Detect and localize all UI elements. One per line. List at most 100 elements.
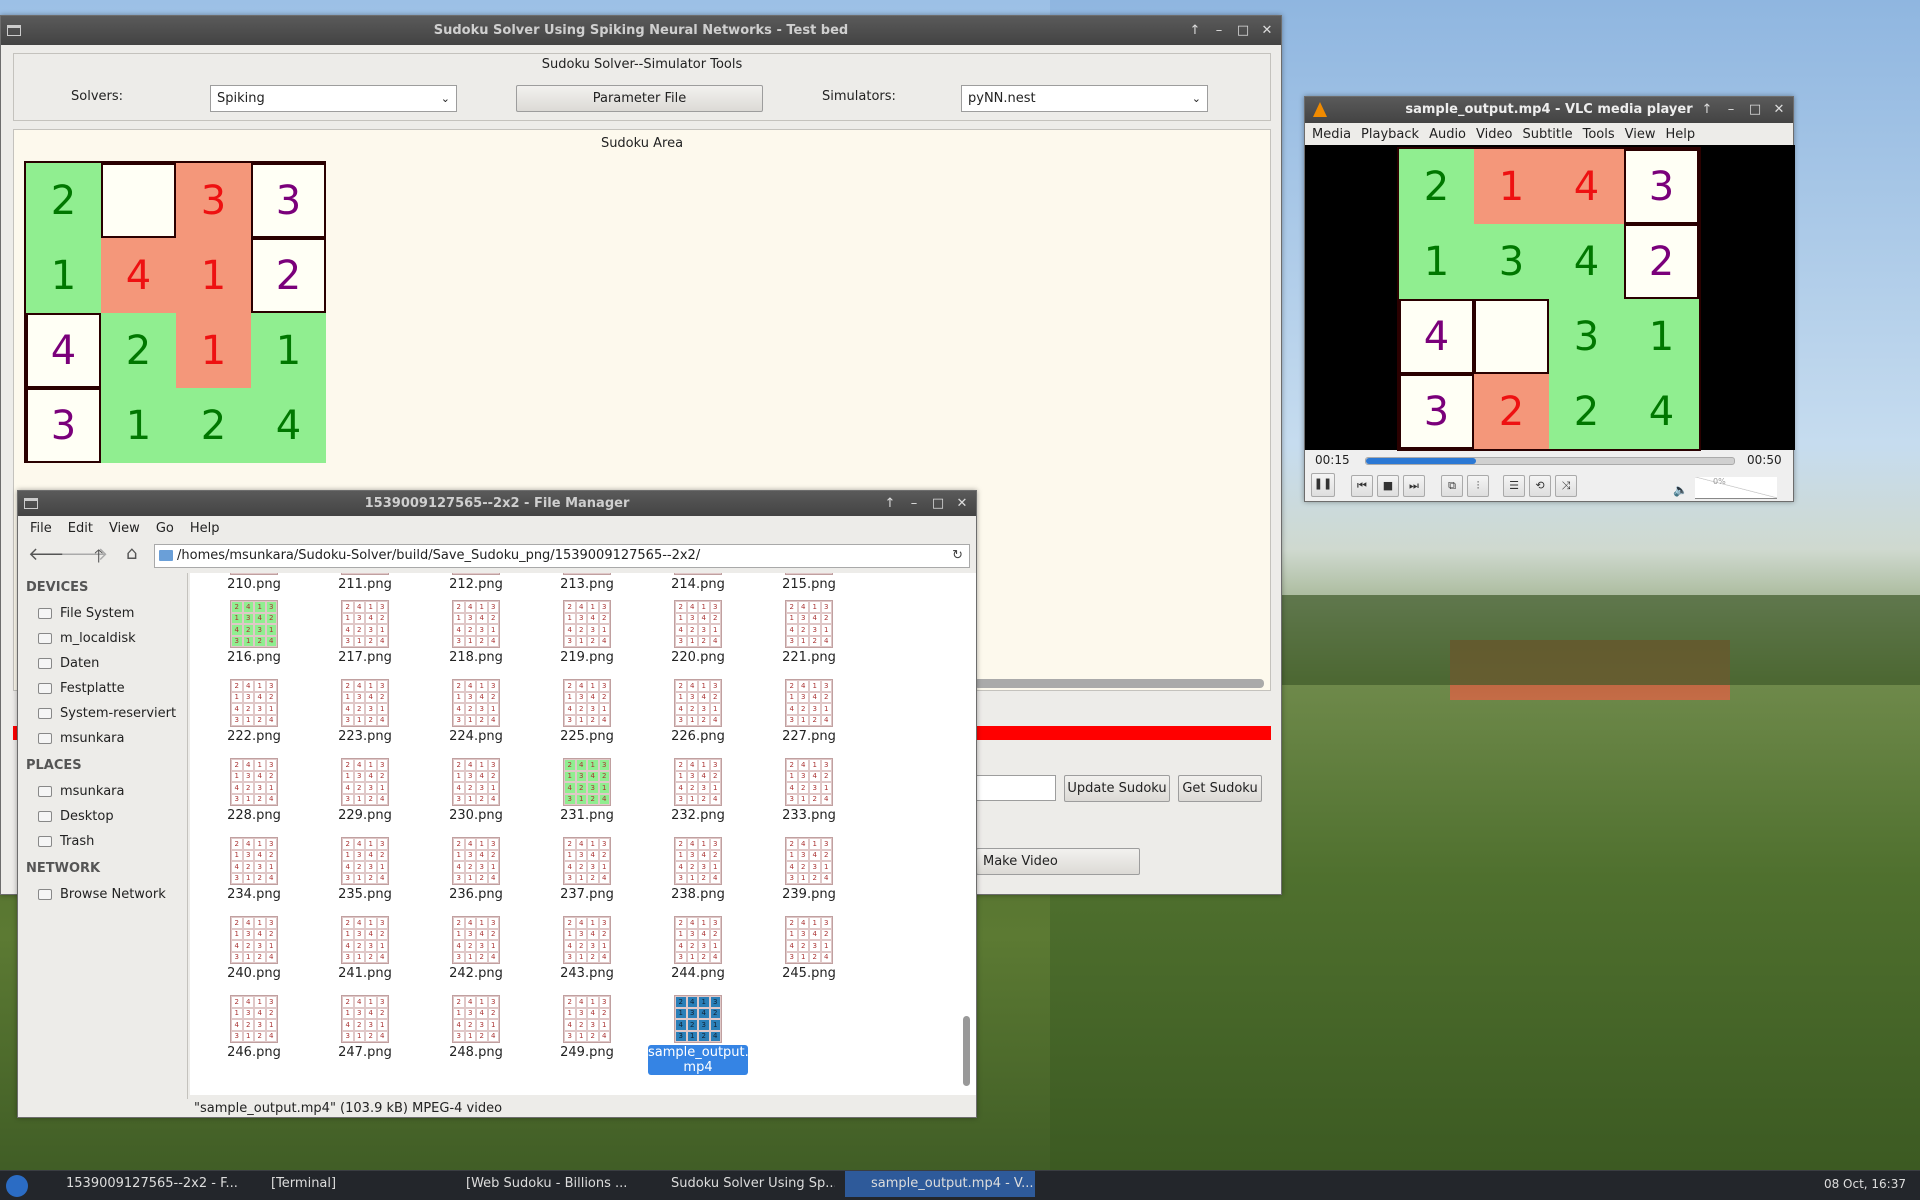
up-icon[interactable]: 🡑	[94, 544, 103, 574]
sudoku-cell[interactable]: 4	[101, 238, 176, 313]
file-item[interactable]: 2 4 1 3 1 3 4 2 4 2 3 1 3 1 2 4 245.png	[759, 916, 859, 981]
pin-icon[interactable]: ↑	[1699, 97, 1715, 123]
file-item[interactable]: 2 4 1 3 1 3 4 2 4 2 3 1 3 1 2 4 248.png	[426, 995, 526, 1060]
file-item-video[interactable]: 2 4 1 3 1 3 4 2 4 2 3 1 3 1 2 4 sample_output. mp4	[648, 995, 749, 1075]
file-item[interactable]: 2 4 1 3 1 3 4 2 4 2 3 1 3 1 2 4 241.png	[315, 916, 415, 981]
sidebar-item-system-reserviert[interactable]: System-reserviert	[18, 701, 187, 726]
sudoku-cell[interactable]: 1	[176, 313, 251, 388]
fm-menu-go[interactable]: Go	[148, 521, 182, 536]
parameter-file-button[interactable]: Parameter File	[516, 85, 763, 112]
file-item[interactable]: 2 4 1 3 1 3 4 2 4 2 3 1 3 1 2 4 237.png	[537, 837, 637, 902]
sidebar-item-msunkara[interactable]: msunkara	[18, 726, 187, 751]
taskbar-item[interactable]: 1539009127565--2x2 - F...	[40, 1171, 240, 1197]
sudoku-cell[interactable]: 1	[176, 238, 251, 313]
stop-icon[interactable]: ■	[1377, 475, 1399, 497]
file-item[interactable]: 2 4 1 3 1 3 4 2 4 2 3 1 3 1 2 4 247.png	[315, 995, 415, 1060]
close-icon[interactable]: ✕	[1259, 16, 1275, 45]
sidebar-item-m-localdisk[interactable]: m_localdisk	[18, 626, 187, 651]
vlc-menu-view[interactable]: View	[1620, 127, 1661, 142]
file-item[interactable]: 2413134242313124 212.png	[426, 573, 526, 592]
vlc-menu-subtitle[interactable]: Subtitle	[1517, 127, 1577, 142]
file-item[interactable]: 2413134242313124 210.png	[204, 573, 304, 592]
sudoku-cell[interactable]: 2	[176, 388, 251, 463]
fm-scrollbar[interactable]	[963, 1016, 970, 1086]
file-item[interactable]: 2413134242313124 211.png	[315, 573, 415, 592]
fm-menu-help[interactable]: Help	[182, 521, 228, 536]
file-item[interactable]: 2 4 1 3 1 3 4 2 4 2 3 1 3 1 2 4 223.png	[315, 679, 415, 744]
maximize-icon[interactable]: □	[1235, 16, 1251, 45]
simulator-select[interactable]: pyNN.nest ⌄	[961, 85, 1208, 112]
vlc-menu-audio[interactable]: Audio	[1424, 127, 1471, 142]
taskbar-item[interactable]: sample_output.mp4 - V...	[845, 1171, 1035, 1197]
sidebar-item-desktop[interactable]: Desktop	[18, 804, 187, 829]
sudoku-cell[interactable]: 3	[176, 163, 251, 238]
sudoku-cell[interactable]: 1	[101, 388, 176, 463]
previous-icon[interactable]: ⏮	[1351, 475, 1373, 497]
file-item[interactable]: 2 4 1 3 1 3 4 2 4 2 3 1 3 1 2 4 239.png	[759, 837, 859, 902]
sudoku-cell[interactable]: 2	[101, 313, 176, 388]
sudoku-cell[interactable]: 2	[251, 238, 326, 313]
pin-icon[interactable]: ↑	[1187, 16, 1203, 45]
file-item[interactable]: 2 4 1 3 1 3 4 2 4 2 3 1 3 1 2 4 227.png	[759, 679, 859, 744]
sidebar-item-festplatte[interactable]: Festplatte	[18, 676, 187, 701]
loop-icon[interactable]: ⟲	[1529, 475, 1551, 497]
sudoku-cell[interactable]	[101, 163, 176, 238]
file-item[interactable]: 2 4 1 3 1 3 4 2 4 2 3 1 3 1 2 4 230.png	[426, 758, 526, 823]
speaker-icon[interactable]: 🔈	[1673, 483, 1688, 497]
file-item[interactable]: 2 4 1 3 1 3 4 2 4 2 3 1 3 1 2 4 231.png	[537, 758, 637, 823]
maximize-icon[interactable]: □	[1747, 97, 1763, 123]
file-item[interactable]: 2 4 1 3 1 3 4 2 4 2 3 1 3 1 2 4 226.png	[648, 679, 748, 744]
solver-select[interactable]: Spiking ⌄	[210, 85, 457, 112]
sudoku-cell[interactable]: 3	[251, 163, 326, 238]
next-icon[interactable]: ⏭	[1403, 475, 1425, 497]
start-menu-icon[interactable]	[6, 1175, 28, 1197]
file-item[interactable]: 2 4 1 3 1 3 4 2 4 2 3 1 3 1 2 4 221.png	[759, 600, 859, 665]
file-item[interactable]: 2 4 1 3 1 3 4 2 4 2 3 1 3 1 2 4 219.png	[537, 600, 637, 665]
sudoku-cell[interactable]: 1	[26, 238, 101, 313]
file-item[interactable]: 2 4 1 3 1 3 4 2 4 2 3 1 3 1 2 4 234.png	[204, 837, 304, 902]
vlc-titlebar[interactable]: sample_output.mp4 - VLC media player ↑ –…	[1305, 97, 1793, 123]
file-item[interactable]: 2 4 1 3 1 3 4 2 4 2 3 1 3 1 2 4 229.png	[315, 758, 415, 823]
file-item[interactable]: 2 4 1 3 1 3 4 2 4 2 3 1 3 1 2 4 238.png	[648, 837, 748, 902]
sidebar-item-msunkara[interactable]: msunkara	[18, 779, 187, 804]
minimize-icon[interactable]: –	[1723, 97, 1739, 123]
sudoku-cell[interactable]: 4	[251, 388, 326, 463]
fm-menu-file[interactable]: File	[22, 521, 60, 536]
vlc-menu-media[interactable]: Media	[1307, 127, 1356, 142]
fullscreen-icon[interactable]: ⧉	[1441, 475, 1463, 497]
home-icon[interactable]: ⌂	[126, 543, 137, 564]
maximize-icon[interactable]: □	[930, 491, 946, 516]
sudoku-cell[interactable]: 1	[251, 313, 326, 388]
fm-menu-edit[interactable]: Edit	[60, 521, 101, 536]
file-item[interactable]: 2 4 1 3 1 3 4 2 4 2 3 1 3 1 2 4 240.png	[204, 916, 304, 981]
file-item[interactable]: 2 4 1 3 1 3 4 2 4 2 3 1 3 1 2 4 232.png	[648, 758, 748, 823]
file-item[interactable]: 2 4 1 3 1 3 4 2 4 2 3 1 3 1 2 4 246.png	[204, 995, 304, 1060]
minimize-icon[interactable]: –	[906, 491, 922, 516]
file-item[interactable]: 2413134242313124 214.png	[648, 573, 748, 592]
file-item[interactable]: 2 4 1 3 1 3 4 2 4 2 3 1 3 1 2 4 224.png	[426, 679, 526, 744]
file-item[interactable]: 2 4 1 3 1 3 4 2 4 2 3 1 3 1 2 4 217.png	[315, 600, 415, 665]
file-item[interactable]: 2413134242313124 213.png	[537, 573, 637, 592]
file-item[interactable]: 2 4 1 3 1 3 4 2 4 2 3 1 3 1 2 4 244.png	[648, 916, 748, 981]
shuffle-icon[interactable]: ⤨	[1555, 475, 1577, 497]
vlc-seek-bar[interactable]	[1365, 457, 1735, 465]
file-item[interactable]: 2 4 1 3 1 3 4 2 4 2 3 1 3 1 2 4 235.png	[315, 837, 415, 902]
file-item[interactable]: 2 4 1 3 1 3 4 2 4 2 3 1 3 1 2 4 242.png	[426, 916, 526, 981]
file-item[interactable]: 2 4 1 3 1 3 4 2 4 2 3 1 3 1 2 4 233.png	[759, 758, 859, 823]
pause-icon[interactable]: ❚❚	[1311, 473, 1335, 497]
file-item[interactable]: 2 4 1 3 1 3 4 2 4 2 3 1 3 1 2 4 218.png	[426, 600, 526, 665]
sudoku-cell[interactable]: 3	[26, 388, 101, 463]
file-item[interactable]: 2 4 1 3 1 3 4 2 4 2 3 1 3 1 2 4 220.png	[648, 600, 748, 665]
vlc-menu-video[interactable]: Video	[1471, 127, 1517, 142]
sidebar-item-trash[interactable]: Trash	[18, 829, 187, 854]
fm-titlebar[interactable]: 1539009127565--2x2 - File Manager ↑ – □ …	[18, 491, 976, 516]
sidebar-item-file-system[interactable]: File System	[18, 601, 187, 626]
sudoku-cell[interactable]: 2	[26, 163, 101, 238]
get-sudoku-button[interactable]: Get Sudoku	[1178, 775, 1262, 802]
make-video-button[interactable]: Make Video	[976, 848, 1140, 875]
vlc-menu-tools[interactable]: Tools	[1578, 127, 1620, 142]
reload-icon[interactable]: ↻	[952, 545, 963, 567]
close-icon[interactable]: ✕	[1771, 97, 1787, 123]
extended-settings-icon[interactable]: ⫶	[1467, 475, 1489, 497]
file-item[interactable]: 2 4 1 3 1 3 4 2 4 2 3 1 3 1 2 4 222.png	[204, 679, 304, 744]
